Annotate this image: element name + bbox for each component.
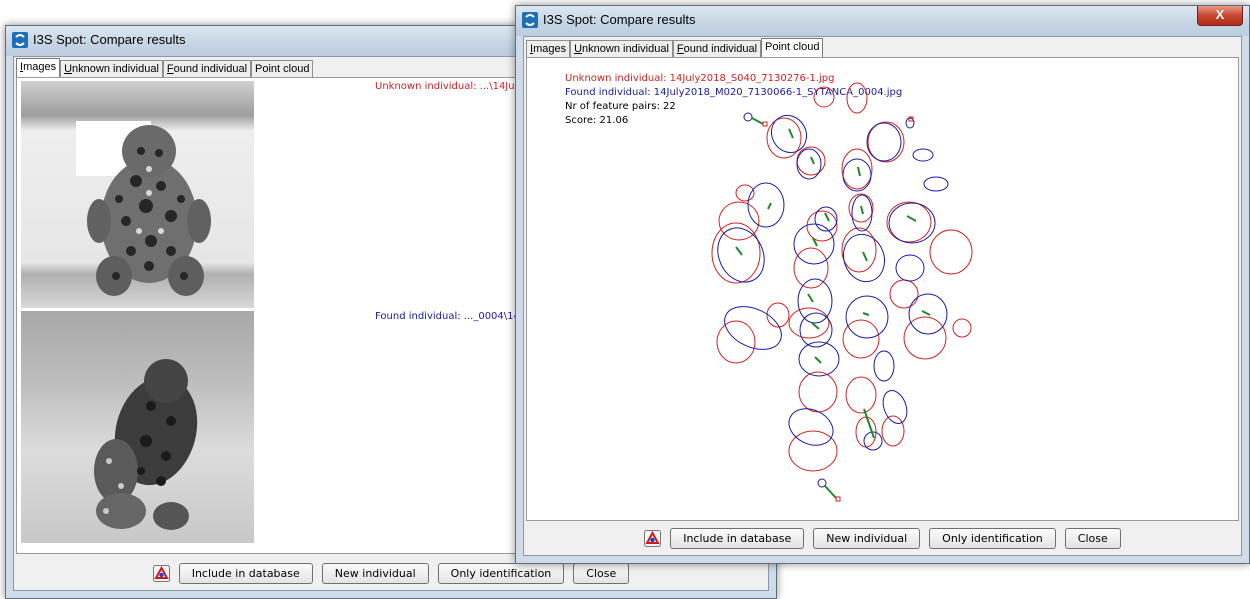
window-title: I3S Spot: Compare results bbox=[33, 32, 186, 47]
close-icon: X bbox=[1215, 7, 1225, 22]
title-bar[interactable]: I3S Spot: Compare results X bbox=[516, 6, 1249, 36]
tab-images[interactable]: Images bbox=[16, 58, 61, 78]
tab-point-cloud[interactable]: Point cloud bbox=[761, 38, 824, 58]
found-individual-label: Found individual: ..._0004\14J bbox=[375, 311, 523, 322]
new-individual-button[interactable]: New individual bbox=[321, 562, 429, 584]
tab-strip: Images Unknown individual Found individu… bbox=[526, 38, 824, 58]
tab-found-individual[interactable]: Found individual bbox=[672, 40, 762, 58]
compare-results-window-front: I3S Spot: Compare results X Images Unkno… bbox=[515, 5, 1250, 564]
close-button[interactable]: Close bbox=[1064, 527, 1121, 549]
point-cloud-plot bbox=[711, 82, 973, 502]
include-in-database-button[interactable]: Include in database bbox=[670, 527, 805, 549]
close-button[interactable]: Close bbox=[573, 562, 630, 584]
tab-strip: Images Unknown individual Found individu… bbox=[16, 58, 314, 78]
acrobat-pdf-icon[interactable] bbox=[644, 529, 662, 547]
window-close-button[interactable]: X bbox=[1197, 6, 1243, 26]
unknown-individual-label: Unknown individual: ...\14July2 bbox=[375, 81, 530, 92]
only-identification-button[interactable]: Only identification bbox=[437, 562, 565, 584]
acrobat-pdf-icon[interactable] bbox=[152, 564, 170, 582]
new-individual-button[interactable]: New individual bbox=[813, 527, 921, 549]
button-bar: Include in database New individual Only … bbox=[524, 521, 1241, 555]
window-client: Images Unknown individual Found individu… bbox=[523, 36, 1242, 556]
found-individual-image bbox=[21, 311, 254, 543]
app-icon bbox=[522, 12, 538, 28]
include-in-database-button[interactable]: Include in database bbox=[178, 562, 313, 584]
tab-unknown-individual[interactable]: Unknown individual bbox=[60, 60, 163, 78]
unknown-individual-image bbox=[21, 81, 254, 308]
point-cloud-panel: Unknown individual: 14July2018_S040_7130… bbox=[526, 57, 1239, 521]
tab-point-cloud[interactable]: Point cloud bbox=[251, 60, 314, 78]
app-icon bbox=[12, 32, 28, 48]
tab-found-individual[interactable]: Found individual bbox=[162, 60, 252, 78]
window-title: I3S Spot: Compare results bbox=[543, 12, 696, 27]
tab-unknown-individual[interactable]: Unknown individual bbox=[570, 40, 673, 58]
only-identification-button[interactable]: Only identification bbox=[929, 527, 1056, 549]
tab-images[interactable]: Images bbox=[526, 40, 571, 58]
